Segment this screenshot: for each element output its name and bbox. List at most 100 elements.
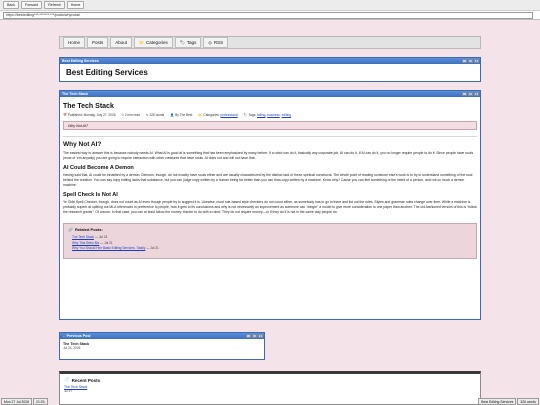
- nav-about-label: About: [115, 40, 128, 45]
- maximize-icon[interactable]: □: [252, 334, 257, 338]
- related-link[interactable]: Why This Retro Biz: [72, 241, 99, 245]
- user-icon: 👤: [170, 113, 175, 117]
- recent-posts-heading: 📄 Recent Posts: [60, 374, 480, 385]
- address-bar: https://bestediting***.*******.***/posts…: [0, 11, 540, 20]
- tag-icon: 🏷: [243, 113, 248, 117]
- url-input[interactable]: https://bestediting***.*******.***/posts…: [3, 11, 533, 19]
- status-date: Mon 27 Jul 2026: [1, 397, 33, 405]
- blog-window-title: Best Editing Services: [62, 59, 99, 63]
- read-time-label: 2 min read: [124, 113, 140, 117]
- read-time: ⏱ 2 min read: [121, 113, 139, 117]
- list-item: Why This Retro Biz — Jul 21: [72, 241, 472, 245]
- status-words: 326 words: [517, 397, 539, 405]
- section-heading: Spell Check Is Not AI: [63, 192, 118, 198]
- published-date: 📅 Published: Monday, July 27, 2026: [63, 113, 115, 117]
- section-paragraph: Ye Olde Spell Checker, though, does not …: [63, 200, 477, 214]
- window-controls: _ □ ×: [462, 59, 480, 63]
- tag-link[interactable]: editing: [282, 113, 291, 117]
- recent-heading-label: Recent Posts: [71, 377, 101, 383]
- close-icon[interactable]: ×: [474, 59, 479, 63]
- nav-rss[interactable]: ◎ RSS: [203, 37, 229, 48]
- nav-tags-label: Tags: [186, 40, 197, 45]
- close-icon[interactable]: ×: [474, 92, 479, 96]
- nav-categories[interactable]: 📁 Categories: [134, 37, 173, 48]
- categories: 📁 Categories: professional: [198, 113, 237, 117]
- previous-post-window[interactable]: ← Previous Post _ □ × The Tech Stack Jul…: [59, 332, 265, 360]
- recent-posts-list: The Tech Stack Jul 27: [60, 385, 480, 393]
- maximize-icon[interactable]: □: [468, 59, 473, 63]
- category-link[interactable]: professional: [220, 113, 237, 117]
- forward-button[interactable]: Forward: [21, 1, 43, 9]
- word-count: ✎ 326 words: [146, 113, 164, 117]
- nav-about[interactable]: About: [110, 37, 133, 48]
- post-body: The Tech Stack 📅 Published: Monday, July…: [60, 97, 480, 262]
- tag-link[interactable]: failing: [257, 113, 265, 117]
- author-label: By The Best: [175, 113, 193, 117]
- previous-post-body: The Tech Stack Jul 24, 2026: [60, 339, 264, 353]
- divider: [63, 136, 477, 137]
- site-nav: Home Posts About 📁 Categories 🏷 Tags ◎ RSS: [59, 36, 481, 49]
- related-date-value: Jul 24: [98, 235, 108, 239]
- post-title: The Tech Stack: [63, 103, 114, 110]
- recent-date: Jul 27: [64, 389, 73, 393]
- word-count-label: 326 words: [149, 113, 165, 117]
- clock-icon: ⏱: [121, 113, 124, 117]
- folder-icon: 📁: [198, 113, 203, 117]
- nav-rss-label: RSS: [213, 40, 224, 45]
- related-heading-label: Related Posts:: [74, 227, 103, 232]
- post-excerpt: Why Not AI?: [63, 121, 477, 130]
- nav-posts[interactable]: Posts: [87, 37, 109, 48]
- list-item: The Tech Stack — Jul 24: [72, 235, 472, 239]
- categories-label: Categories:: [203, 113, 220, 117]
- tags: 🏷 Tags: failing, business, editing: [243, 113, 291, 117]
- status-site: Best Editing Services: [478, 397, 517, 405]
- related-posts: 🔗 Related Posts: The Tech Stack — Jul 24 …: [63, 223, 477, 259]
- pencil-icon: ✎: [145, 113, 149, 117]
- previous-post-date: Jul 24, 2026: [63, 346, 81, 350]
- blog-name: Best Editing Services: [66, 68, 148, 77]
- refresh-button[interactable]: Refresh: [44, 1, 65, 9]
- calendar-icon: 📅: [63, 113, 67, 117]
- nav-home[interactable]: Home: [63, 37, 86, 48]
- close-icon[interactable]: ×: [258, 334, 263, 338]
- section-heading: AI Could Become A Demon: [63, 165, 134, 171]
- related-date: — Jul 21: [146, 246, 159, 250]
- maximize-icon[interactable]: □: [468, 92, 473, 96]
- minimize-icon[interactable]: _: [462, 59, 467, 63]
- blog-title-window: Best Editing Services _ □ × Best Editing…: [59, 57, 481, 82]
- nav-categories-label: Categories: [146, 40, 168, 45]
- link-icon: 🔗: [68, 227, 73, 232]
- related-posts-heading: 🔗 Related Posts:: [68, 227, 472, 232]
- list-item: Why You Should Hire Basic Editing Servic…: [72, 246, 472, 250]
- related-link[interactable]: Why You Should Hire Basic Editing Servic…: [72, 246, 145, 250]
- previous-post-title: ← Previous Post: [62, 334, 91, 338]
- related-date: — Jul 24: [94, 235, 108, 239]
- window-controls: _ □ ×: [462, 92, 480, 96]
- related-link[interactable]: The Tech Stack: [72, 235, 94, 239]
- back-button[interactable]: Back: [3, 1, 19, 9]
- folder-icon: 📁: [139, 39, 145, 45]
- section-paragraph: The easiest way to answer this is becaus…: [63, 151, 474, 160]
- window-controls: _ □ ×: [246, 334, 264, 338]
- post-meta: 📅 Published: Monday, July 27, 2026 ⏱ 2 m…: [63, 113, 477, 117]
- browser-toolbar: Back Forward Refresh Home: [0, 0, 540, 11]
- tags-label: Tags:: [248, 113, 257, 117]
- status-right: Best Editing Services 326 words: [478, 397, 539, 405]
- minimize-icon[interactable]: _: [246, 334, 251, 338]
- status-bar: Mon 27 Jul 2026 21:03 Best Editing Servi…: [0, 397, 540, 405]
- post-window-title: The Tech Stack: [62, 92, 89, 96]
- nav-tags[interactable]: 🏷 Tags: [174, 37, 202, 48]
- tag-icon: 🏷: [179, 39, 185, 45]
- related-date-value: Jul 21: [150, 246, 159, 250]
- home-button[interactable]: Home: [66, 1, 85, 9]
- document-icon: 📄: [64, 377, 70, 382]
- minimize-icon[interactable]: _: [462, 92, 467, 96]
- related-list: The Tech Stack — Jul 24 Why This Retro B…: [68, 235, 472, 250]
- status-time: 21:03: [33, 397, 48, 405]
- tag-link[interactable]: business: [267, 113, 280, 117]
- related-date-value: Jul 21: [104, 240, 113, 245]
- related-date: — Jul 21: [100, 240, 113, 245]
- section-paragraph: Having said that, AI could be inhabited …: [63, 173, 473, 187]
- post-window: The Tech Stack _ □ × The Tech Stack 📅 Pu…: [59, 90, 481, 320]
- rss-icon: ◎: [208, 39, 212, 45]
